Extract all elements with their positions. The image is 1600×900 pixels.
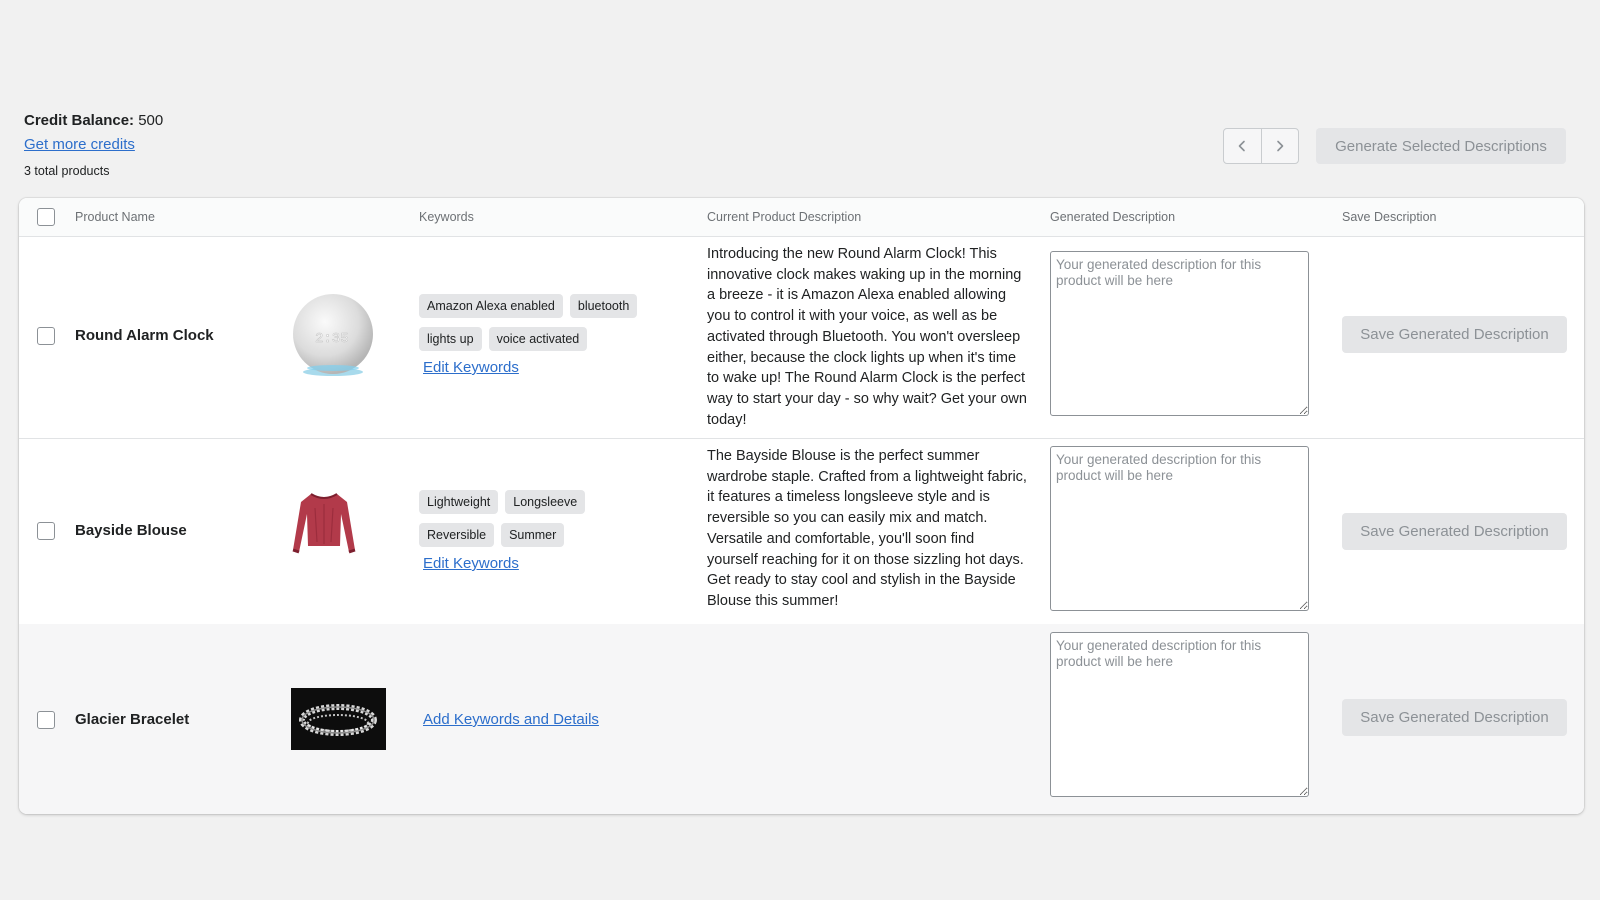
table-row: Round Alarm Clock 2:35 Amazon Alexa enab… xyxy=(19,236,1584,439)
row-checkbox[interactable] xyxy=(37,327,55,345)
keyword-tag: lights up xyxy=(419,327,482,351)
column-save-description: Save Description xyxy=(1342,210,1437,224)
edit-keywords-link[interactable]: Edit Keywords xyxy=(423,555,679,572)
generated-description-textarea[interactable] xyxy=(1050,632,1309,797)
generated-description-textarea[interactable] xyxy=(1050,446,1309,611)
save-generated-description-button[interactable]: Save Generated Description xyxy=(1342,513,1567,550)
current-description: Introducing the new Round Alarm Clock! T… xyxy=(707,246,1027,428)
product-name: Bayside Blouse xyxy=(75,522,187,539)
get-more-credits-link[interactable]: Get more credits xyxy=(24,136,135,153)
credit-balance-label: Credit Balance: xyxy=(24,112,135,129)
column-keywords: Keywords xyxy=(419,210,474,224)
keyword-tag: Amazon Alexa enabled xyxy=(419,294,563,318)
save-generated-description-button[interactable]: Save Generated Description xyxy=(1342,316,1567,353)
keyword-list: Amazon Alexa enabled bluetooth lights up v… xyxy=(419,294,679,376)
generate-selected-descriptions-button[interactable]: Generate Selected Descriptions xyxy=(1316,128,1566,164)
pagination xyxy=(1223,128,1299,164)
chevron-right-icon xyxy=(1276,140,1284,152)
keyword-list: Lightweight Longsleeve Reversible Summer E… xyxy=(419,490,679,572)
save-generated-description-button[interactable]: Save Generated Description xyxy=(1342,699,1567,736)
keyword-tag: Longsleeve xyxy=(505,490,586,514)
table-row: Glacier Bracelet Add Keywords and Detail… xyxy=(19,624,1584,814)
row-checkbox[interactable] xyxy=(37,711,55,729)
keyword-tag: bluetooth xyxy=(569,294,638,318)
row-checkbox[interactable] xyxy=(37,522,55,540)
product-name: Glacier Bracelet xyxy=(75,711,190,728)
keyword-tag: Summer xyxy=(501,523,565,547)
table-header: Product Name Keywords Current Product De… xyxy=(19,198,1584,237)
total-products-count: 3 total products xyxy=(24,164,110,178)
table-row: Bayside Blouse Lightweight Longsleeve Rev… xyxy=(19,438,1584,625)
generated-description-textarea[interactable] xyxy=(1050,251,1309,416)
products-table: Product Name Keywords Current Product De… xyxy=(19,198,1584,814)
next-page-button[interactable] xyxy=(1260,129,1299,163)
add-keywords-link[interactable]: Add Keywords and Details xyxy=(423,711,599,728)
bracelet-image xyxy=(291,688,386,750)
keyword-tag: voice activated xyxy=(488,327,588,351)
credit-balance-value: 500 xyxy=(138,112,164,129)
clock-display-text: 2:35 xyxy=(315,331,349,347)
product-name: Round Alarm Clock xyxy=(75,327,214,344)
chevron-left-icon xyxy=(1238,140,1246,152)
select-all-checkbox[interactable] xyxy=(37,208,55,226)
credit-balance: Credit Balance: 500 xyxy=(24,112,163,129)
keyword-tag: Lightweight xyxy=(419,490,499,514)
current-description: The Bayside Blouse is the perfect summer… xyxy=(707,448,1027,609)
column-generated-description: Generated Description xyxy=(1050,210,1176,224)
keyword-tag: Reversible xyxy=(419,523,495,547)
smart-clock-image: 2:35 xyxy=(293,294,373,376)
edit-keywords-link[interactable]: Edit Keywords xyxy=(423,359,679,376)
blouse-image xyxy=(292,493,356,554)
column-current-description: Current Product Description xyxy=(707,210,862,224)
column-product-name: Product Name xyxy=(75,210,155,224)
previous-page-button[interactable] xyxy=(1224,129,1261,163)
